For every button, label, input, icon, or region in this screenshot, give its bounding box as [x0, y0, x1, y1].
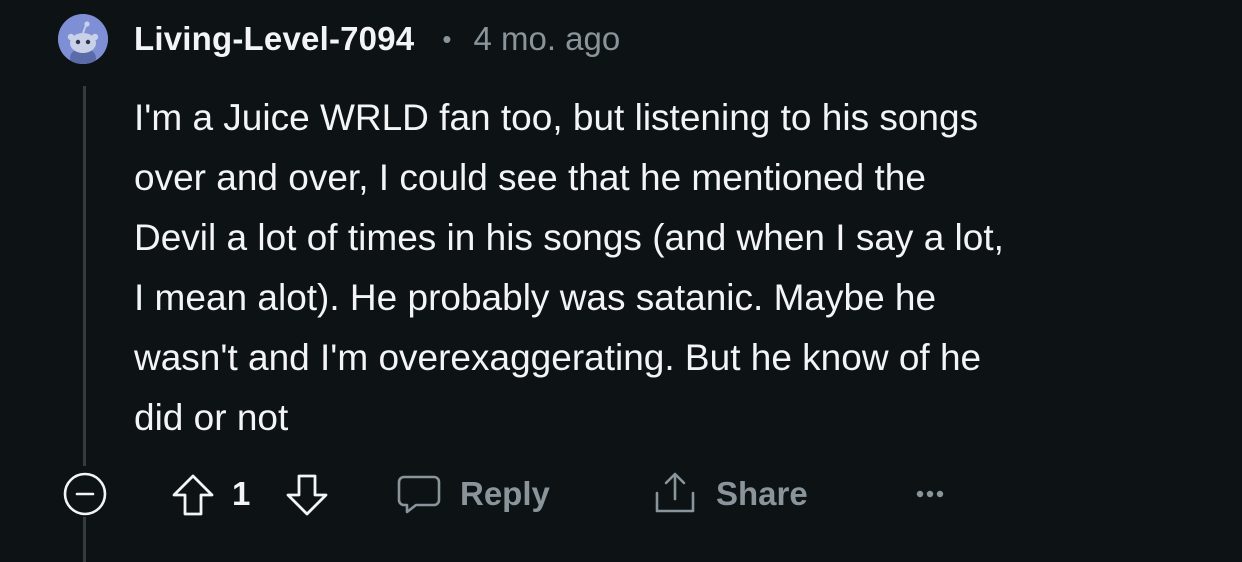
- comment-line: over and over, I could see that he menti…: [134, 157, 926, 198]
- thread-line[interactable]: [83, 86, 86, 466]
- avatar[interactable]: [58, 14, 108, 64]
- more-dots-icon: [916, 490, 944, 498]
- upvote-arrow-icon: [172, 474, 214, 516]
- reply-button[interactable]: Reply: [396, 466, 550, 522]
- comment-line: I'm a Juice WRLD fan too, but listening …: [134, 97, 979, 138]
- reply-label: Reply: [460, 475, 550, 512]
- comment-line: Devil a lot of times in his songs (and w…: [134, 217, 1004, 258]
- downvote-arrow-icon: [286, 474, 328, 516]
- upvote-button[interactable]: [170, 472, 216, 518]
- downvote-button[interactable]: [284, 472, 330, 518]
- collapse-button[interactable]: [62, 471, 108, 517]
- collapse-minus-icon: [63, 472, 107, 516]
- comment-line: did or not: [134, 397, 289, 438]
- comment-line: I mean alot). He probably was satanic. M…: [134, 277, 937, 318]
- share-label: Share: [716, 475, 808, 512]
- snoo-avatar-icon: [58, 14, 108, 64]
- username-link[interactable]: Living-Level-7094: [134, 20, 414, 58]
- share-upload-icon: [655, 472, 695, 513]
- vote-score: 1: [232, 475, 251, 512]
- timestamp: 4 mo. ago: [473, 20, 621, 57]
- more-options-button[interactable]: [910, 479, 950, 509]
- comment-body: I'm a Juice WRLD fan too, but listening …: [134, 88, 1214, 448]
- comment-line: wasn't and I'm overexaggerating. But he …: [134, 337, 982, 378]
- speech-bubble-icon: [397, 475, 441, 514]
- comment-actions: 1 Reply Share: [62, 466, 1212, 522]
- thread-line-bottom[interactable]: [83, 517, 86, 562]
- share-button[interactable]: Share: [652, 466, 808, 522]
- separator-dot: •: [442, 23, 452, 54]
- comment-header: Living-Level-7094 • 4 mo. ago: [134, 14, 620, 64]
